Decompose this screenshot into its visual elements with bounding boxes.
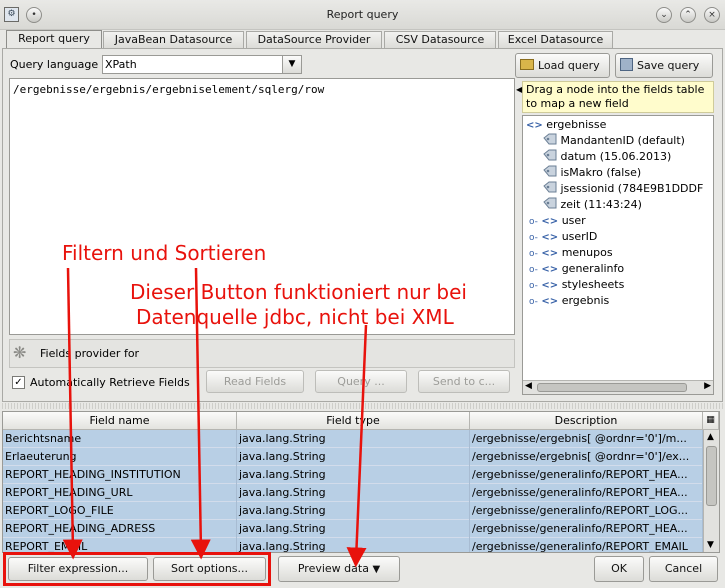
arrow-to-preview — [346, 324, 368, 568]
annotation-arrows — [62, 267, 368, 568]
arrow-to-sort — [190, 267, 211, 560]
arrow-to-filter — [62, 267, 83, 560]
